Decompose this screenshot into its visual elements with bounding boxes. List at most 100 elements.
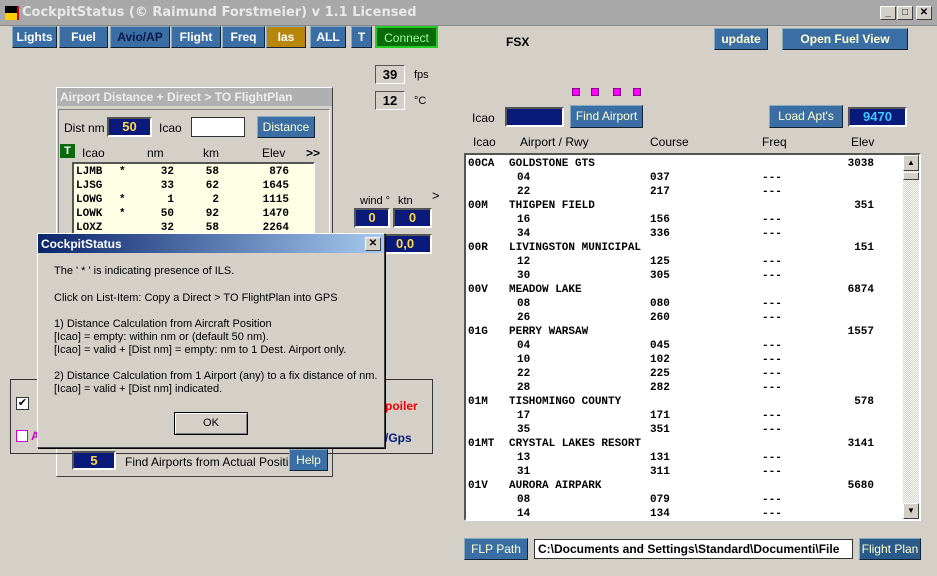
runway-list-item[interactable]: 08 079 --- [466,493,904,507]
wind-extra-value: 0,0 [384,234,432,254]
runway-list-item[interactable]: 26 260 --- [466,311,904,325]
minimize-button[interactable]: _ [880,6,896,20]
airport-list[interactable]: 00CA GOLDSTONE GTS 3038 04 037 --- 22 217 --- 00M… [464,153,921,521]
airport-list-item[interactable]: 00R LIVINGSTON MUNICIPAL 151 [466,241,904,255]
help-button[interactable]: Help [289,449,328,471]
scroll-thumb[interactable] [903,172,919,180]
flp-path-button[interactable]: FLP Path [464,538,528,560]
dialog-text: [Icao] = valid + [Dist nm] indicated. [54,383,223,395]
open-fuel-view-button[interactable]: Open Fuel View [782,28,908,50]
cell-elev: 5680 [847,480,874,492]
distance-list-item[interactable]: LOWG * 1 2 1115 [74,193,313,207]
airport-list-item[interactable]: 00M THIGPEN FIELD 351 [466,199,904,213]
find-airport-button[interactable]: Find Airport [570,105,643,128]
scroll-down-icon[interactable]: ▼ [903,503,919,519]
runway-list-item[interactable]: 31 311 --- [466,465,904,479]
cell-freq: --- [762,298,782,310]
cell: LJMB [76,166,103,178]
wind-expand-arrow[interactable]: > [432,188,440,203]
app-logo-icon [5,6,19,20]
runway-list-item[interactable]: 04 045 --- [466,339,904,353]
dist-nm-input[interactable]: 50 [107,117,152,137]
runway-list-item[interactable]: 22 225 --- [466,367,904,381]
distance-list-item[interactable]: LJSG 33 62 1645 [74,179,313,193]
temp-value: 12 [375,91,405,110]
cell-freq: --- [762,452,782,464]
cell-rwy: 35 [517,424,531,436]
flp-path-input[interactable]: C:\Documents and Settings\Standard\Docum… [534,539,853,559]
update-button[interactable]: update [714,28,768,50]
airport-list-item[interactable]: 00CA GOLDSTONE GTS 3038 [466,157,904,171]
airport-count-input[interactable]: 5 [72,451,116,470]
cell-icao: 00V [468,284,488,296]
cell-freq: --- [762,382,782,394]
dialog-text: Click on List-Item: Copy a Direct > TO F… [54,292,338,304]
cell-icao: 00R [468,242,488,254]
cell-course: 134 [650,508,670,520]
expand-columns-button[interactable]: >> [306,146,320,160]
tab-avioap[interactable]: Avio/AP [110,26,170,48]
scroll-up-icon[interactable]: ▲ [903,155,919,171]
scrollbar[interactable]: ▲ ▼ [903,155,919,519]
cell-rwy: 04 [517,340,531,352]
cell-name: MEADOW LAKE [509,284,582,296]
icao-input[interactable] [191,117,245,137]
close-button[interactable]: ✕ [916,6,932,20]
airport-list-item[interactable]: 00V MEADOW LAKE 6874 [466,283,904,297]
cell-course: 311 [650,466,670,478]
runway-list-item[interactable]: 28 282 --- [466,381,904,395]
tab-freq[interactable]: Freq [222,26,265,48]
distance-list-item[interactable]: LOWK * 50 92 1470 [74,207,313,221]
tab-lights[interactable]: Lights [12,26,57,48]
runway-list-item[interactable]: 14 134 --- [466,507,904,520]
dialog-text: [Icao] = valid + [Dist nm] = empty: nm t… [54,344,347,356]
runway-list-item[interactable]: 10 102 --- [466,353,904,367]
ok-button[interactable]: OK [174,412,248,435]
airport-list-item[interactable]: 01G PERRY WARSAW 1557 [466,325,904,339]
airport-list-item[interactable]: 01M TISHOMINGO COUNTY 578 [466,395,904,409]
flight-plan-button[interactable]: Flight Plan [859,538,921,560]
cell: 876 [269,166,289,178]
cell-elev: 151 [854,242,874,254]
tab-t[interactable]: T [351,26,372,48]
tab-all[interactable]: ALL [310,26,346,48]
runway-list-item[interactable]: 35 351 --- [466,423,904,437]
wind-direction: 0 [354,208,390,228]
tab-connect[interactable]: Connect [375,26,438,48]
dialog-close-button[interactable]: ✕ [365,237,381,251]
option-checkbox[interactable]: ✔ [16,397,29,410]
cell-rwy: 13 [517,452,531,464]
distance-button[interactable]: Distance [257,116,315,138]
cell-course: 351 [650,424,670,436]
col-elev: Elev [262,146,286,160]
runway-list-item[interactable]: 12 125 --- [466,255,904,269]
tab-fuel[interactable]: Fuel [59,26,108,48]
search-icao-label: Icao [472,111,495,125]
distance-list-item[interactable]: LJMB * 32 58 876 [74,165,313,179]
search-icao-input[interactable] [505,107,564,127]
load-apts-button[interactable]: Load Apt's [769,105,843,128]
col-icao: Icao [473,135,496,149]
cell-elev: 351 [854,200,874,212]
option-checkbox-pink[interactable] [16,430,28,442]
runway-list-item[interactable]: 16 156 --- [466,213,904,227]
tab-flight[interactable]: Flight [171,26,221,48]
runway-list-item[interactable]: 13 131 --- [466,451,904,465]
t-badge[interactable]: T [60,144,75,158]
cell-rwy: 10 [517,354,531,366]
maximize-button[interactable]: □ [897,6,913,20]
icao-label: Icao [159,121,182,135]
airport-list-item[interactable]: 01MT CRYSTAL LAKES RESORT 3141 [466,437,904,451]
runway-list-item[interactable]: 30 305 --- [466,269,904,283]
runway-list-item[interactable]: 22 217 --- [466,185,904,199]
airport-list-item[interactable]: 01V AURORA AIRPARK 5680 [466,479,904,493]
cell-rwy: 17 [517,410,531,422]
cell-freq: --- [762,340,782,352]
runway-list-item[interactable]: 08 080 --- [466,297,904,311]
runway-list-item[interactable]: 17 171 --- [466,409,904,423]
cell-course: 217 [650,186,670,198]
runway-list-item[interactable]: 04 037 --- [466,171,904,185]
runway-list-item[interactable]: 34 336 --- [466,227,904,241]
tab-ias[interactable]: Ias [266,26,306,48]
distance-list[interactable]: LJMB * 32 58 876 LJSG 33 62 1645 LOWG * 1 2 1115 LOWK *… [72,162,315,242]
